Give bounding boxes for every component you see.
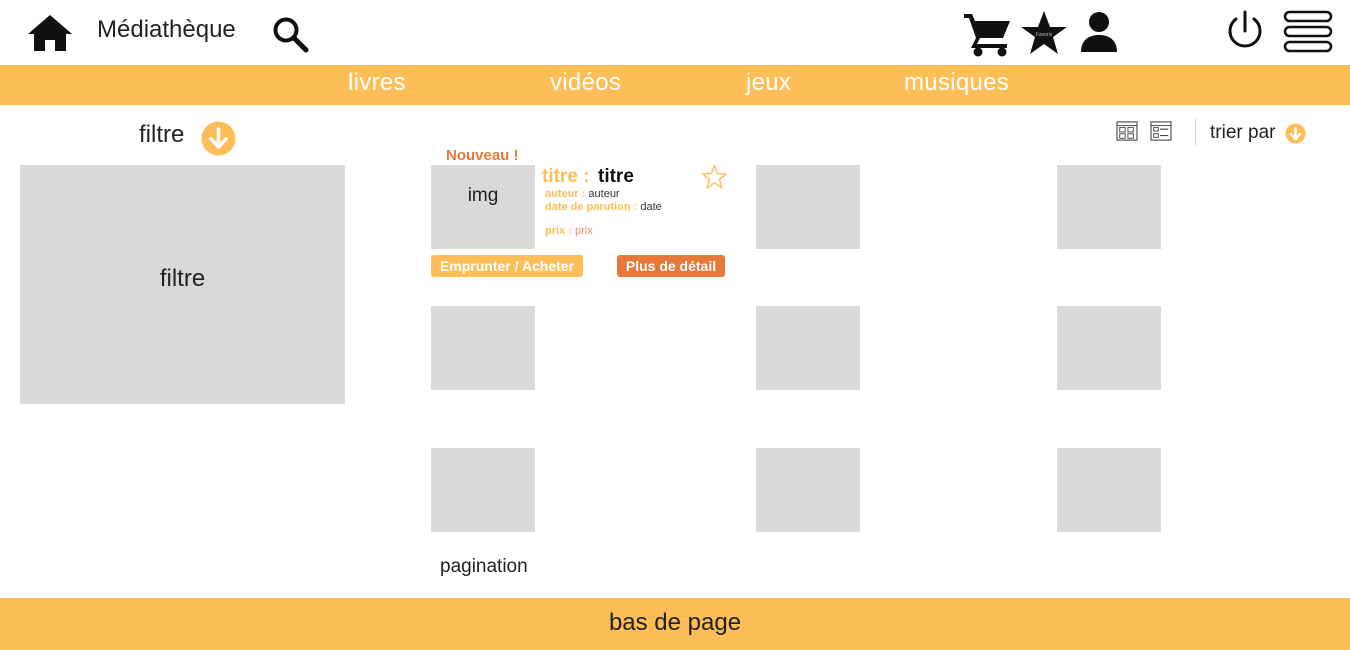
search-icon[interactable] [272,16,310,54]
grid-view-icon[interactable] [1116,121,1138,141]
list-view-icon[interactable] [1150,121,1172,141]
favorite-star-icon[interactable] [701,164,728,190]
filter-panel[interactable]: filtre [20,165,345,404]
more-detail-button[interactable]: Plus de détail [617,255,725,277]
nav-item-jeux[interactable]: jeux [746,69,791,97]
borrow-buy-button[interactable]: Emprunter / Acheter [431,255,583,277]
product-placeholder[interactable] [756,165,860,249]
nav-item-livres[interactable]: livres [348,69,406,97]
menu-icon[interactable] [1283,10,1333,54]
pagination[interactable]: pagination [440,556,528,578]
product-placeholder[interactable] [756,448,860,532]
product-date-value: date [640,201,662,213]
filter-title: filtre [139,121,185,148]
user-icon[interactable] [1080,11,1118,53]
product-title[interactable]: titre [598,166,634,188]
product-placeholder[interactable] [756,306,860,390]
power-icon[interactable] [1224,10,1266,54]
filter-panel-label: filtre [159,265,206,292]
product-placeholder[interactable] [1057,165,1161,249]
product-placeholder[interactable] [1057,448,1161,532]
cart-icon[interactable] [963,11,1013,57]
nav-item-musiques[interactable]: musiques [904,69,1009,97]
product-author-value: auteur [588,188,620,200]
product-date: date de parution : date [545,201,662,213]
sort-arrow-icon[interactable] [1285,123,1306,144]
toolbar-divider [1195,119,1196,145]
sort-label[interactable]: trier par [1210,122,1275,144]
product-date-label: date de parution : [545,201,638,213]
star-icon[interactable]: Favoris [1019,9,1069,57]
home-icon[interactable] [27,14,73,52]
nav-item-videos[interactable]: vidéos [550,69,621,97]
header: Médiathèque Favoris [0,0,1350,65]
product-image-label: img [467,185,499,206]
category-nav: livres vidéos jeux musiques [0,65,1350,105]
footer-label: bas de page [608,609,742,636]
product-placeholder[interactable] [431,306,535,390]
product-title-label: titre : [542,166,590,187]
product-price-label: prix : [545,225,572,237]
site-title[interactable]: Médiathèque [97,16,236,44]
product-price: prix : prix [545,225,593,237]
product-placeholder[interactable] [431,448,535,532]
product-price-value: prix [574,225,593,237]
product-image[interactable]: img [431,165,535,249]
product-author: auteur : auteur [545,188,620,200]
product-placeholder[interactable] [1057,306,1161,390]
product-author-label: auteur : [545,188,586,200]
filter-toggle-icon[interactable] [201,121,236,156]
footer: bas de page [0,598,1350,650]
new-badge: Nouveau ! [446,147,519,164]
star-icon-caption: Favoris [1036,32,1053,38]
